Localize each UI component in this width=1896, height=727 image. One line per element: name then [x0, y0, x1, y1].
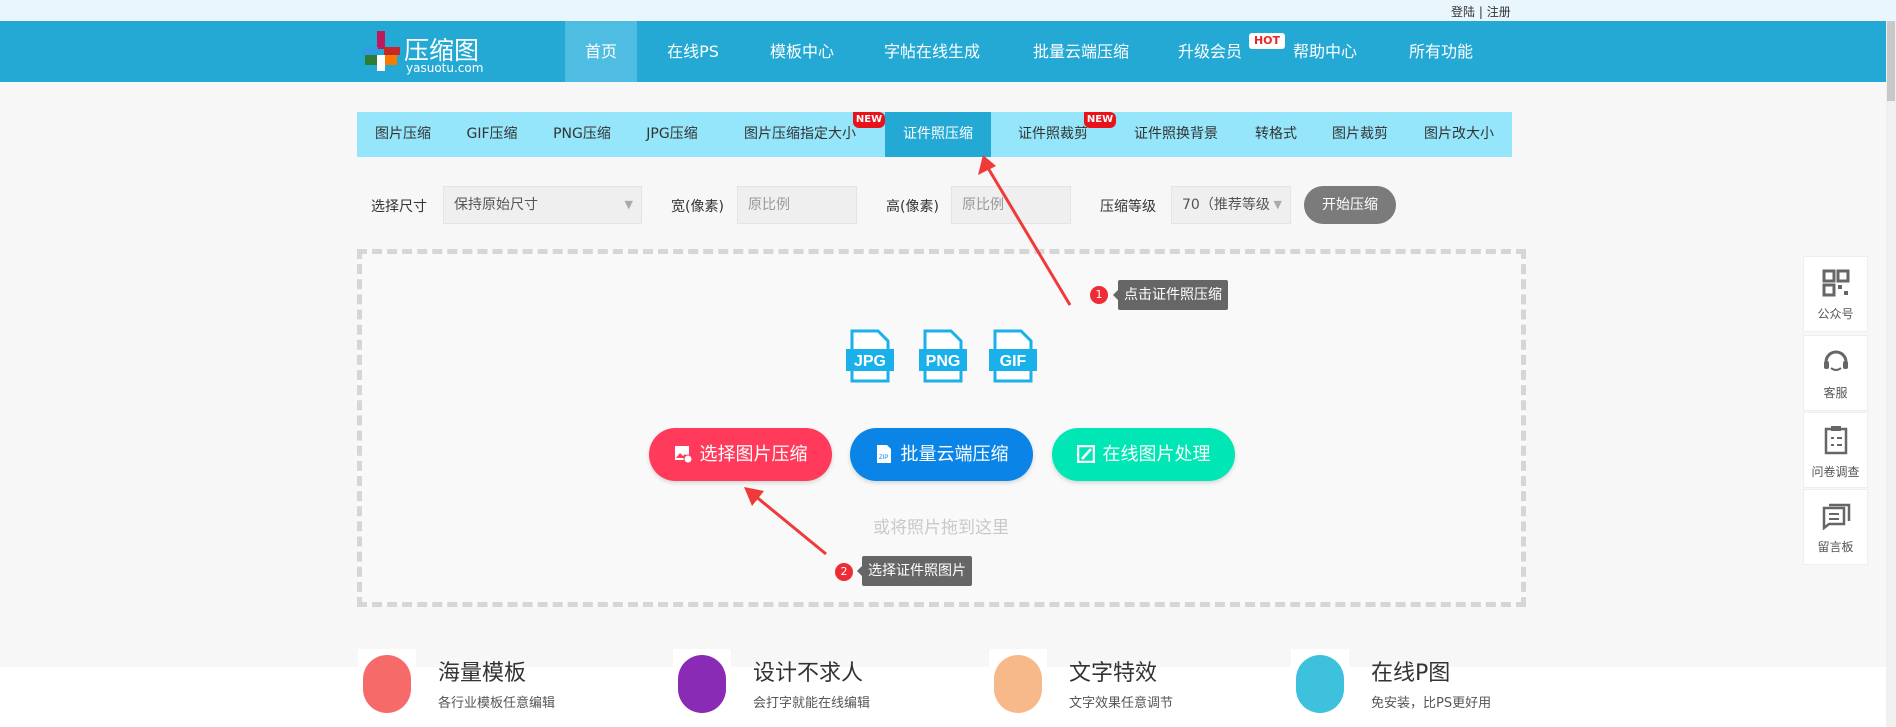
- chevron-down-icon: ▼: [624, 198, 633, 211]
- feature-title[interactable]: 文字特效: [1069, 655, 1157, 687]
- new-badge: NEW: [1084, 112, 1116, 128]
- tab-jpg-compress[interactable]: JPG压缩: [632, 112, 711, 157]
- sidebar-label: 公众号: [1817, 307, 1854, 321]
- feature-subtitle: 文字效果任意调节: [1069, 696, 1174, 711]
- size-select[interactable]: 保持原始尺寸 ▼: [443, 186, 642, 224]
- sidebar-survey[interactable]: 问卷调查: [1803, 412, 1868, 488]
- pencil-icon[interactable]: [1291, 649, 1349, 719]
- sidebar-label: 问卷调查: [1811, 465, 1860, 479]
- nav-batch-compress[interactable]: 批量云端压缩: [1013, 21, 1149, 82]
- separator: |: [1478, 5, 1483, 19]
- logo-icon: [362, 31, 400, 71]
- features-band: [0, 667, 1886, 727]
- tool-tabs: 图片压缩 GIF压缩 PNG压缩 JPG压缩 图片压缩指定大小 NEW 证件照压…: [357, 112, 1512, 157]
- svg-text:JPG: JPG: [854, 353, 886, 370]
- clipboard-icon: [1824, 426, 1847, 455]
- palette-icon[interactable]: [673, 649, 731, 719]
- height-input[interactable]: 原比例: [951, 186, 1071, 224]
- tab-image-enlarge[interactable]: 图片改大小: [1410, 112, 1508, 157]
- chevron-down-icon: ▼: [1269, 187, 1282, 223]
- feature-title[interactable]: 在线P图: [1371, 655, 1450, 687]
- tab-id-photo-compress[interactable]: 证件照压缩: [885, 112, 991, 157]
- level-select[interactable]: 70（推荐等级） ▼: [1171, 186, 1291, 224]
- step-1-callout: 点击证件照压缩: [1113, 280, 1228, 310]
- tab-image-compress[interactable]: 图片压缩: [361, 112, 445, 157]
- sidebar-message-board[interactable]: 留言板: [1803, 489, 1868, 565]
- svg-text:GIF: GIF: [1000, 353, 1027, 370]
- step-2-callout: 选择证件照图片: [857, 556, 972, 586]
- nav-help[interactable]: 帮助中心: [1273, 21, 1377, 82]
- gif-file-icon: GIF: [989, 329, 1037, 383]
- nav-copybook[interactable]: 字帖在线生成: [864, 21, 1000, 82]
- online-edit-label: 在线图片处理: [1102, 444, 1211, 465]
- scrollbar-thumb[interactable]: [1887, 21, 1895, 101]
- height-label: 高(像素): [886, 199, 939, 215]
- image-icon: [674, 431, 692, 464]
- header: 压缩图 yasuotu.com 首页 在线PS 模板中心 字帖在线生成 批量云端…: [0, 21, 1886, 82]
- layers-icon[interactable]: [358, 649, 416, 719]
- headset-icon: [1823, 350, 1848, 371]
- batch-label: 批量云端压缩: [900, 444, 1009, 465]
- size-label: 选择尺寸: [371, 199, 427, 215]
- level-label: 压缩等级: [1100, 199, 1156, 215]
- arrow-1-head: [978, 155, 996, 175]
- tab-png-compress[interactable]: PNG压缩: [539, 112, 625, 157]
- sidebar-customer-service[interactable]: 客服: [1803, 335, 1868, 411]
- register-link[interactable]: 注册: [1487, 5, 1511, 19]
- drop-hint: 或将照片拖到这里: [873, 518, 1009, 538]
- batch-cloud-compress-button[interactable]: ZIP 批量云端压缩: [850, 428, 1033, 481]
- step-2-badge: 2: [835, 563, 853, 581]
- text-effect-icon[interactable]: [989, 649, 1047, 719]
- login-link[interactable]: 登陆: [1451, 5, 1475, 19]
- feature-subtitle: 会打字就能在线编辑: [753, 696, 871, 711]
- online-image-edit-button[interactable]: 在线图片处理: [1052, 428, 1235, 481]
- sidebar-label: 留言板: [1817, 540, 1854, 554]
- qr-code-icon: [1822, 269, 1849, 297]
- tab-image-crop[interactable]: 图片裁剪: [1318, 112, 1402, 157]
- tab-id-photo-background[interactable]: 证件照换背景: [1120, 112, 1232, 157]
- message-icon: [1822, 503, 1850, 531]
- sidebar-label: 客服: [1823, 386, 1848, 400]
- nav-templates[interactable]: 模板中心: [750, 21, 854, 82]
- new-badge: NEW: [853, 112, 885, 128]
- nav-all-features[interactable]: 所有功能: [1389, 21, 1493, 82]
- feature-subtitle: 各行业模板任意编辑: [438, 696, 556, 711]
- svg-text:ZIP: ZIP: [879, 455, 888, 461]
- width-input[interactable]: 原比例: [737, 186, 857, 224]
- feature-title[interactable]: 海量模板: [438, 655, 526, 687]
- logo[interactable]: 压缩图 yasuotu.com: [360, 29, 510, 75]
- login-links: 登陆 | 注册: [1451, 3, 1511, 20]
- feature-subtitle: 免安装，比PS更好用: [1371, 696, 1492, 711]
- png-file-icon: PNG: [919, 329, 967, 383]
- step-1-badge: 1: [1090, 286, 1108, 304]
- tab-convert-format[interactable]: 转格式: [1241, 112, 1311, 157]
- tab-gif-compress[interactable]: GIF压缩: [452, 112, 531, 157]
- jpg-file-icon: JPG: [846, 329, 894, 383]
- tab-compress-to-size[interactable]: 图片压缩指定大小: [730, 112, 870, 157]
- zip-file-icon: ZIP: [875, 431, 893, 463]
- select-image-label: 选择图片压缩: [699, 444, 808, 465]
- sidebar-wechat[interactable]: 公众号: [1803, 256, 1868, 332]
- logo-domain: yasuotu.com: [406, 61, 484, 75]
- scrollbar[interactable]: [1886, 21, 1896, 727]
- nav-upgrade-vip[interactable]: 升级会员: [1158, 21, 1262, 82]
- size-value: 保持原始尺寸: [454, 197, 538, 213]
- feature-title[interactable]: 设计不求人: [753, 655, 863, 687]
- nav-online-ps[interactable]: 在线PS: [647, 21, 739, 82]
- width-label: 宽(像素): [671, 199, 724, 215]
- select-image-button[interactable]: 选择图片压缩: [649, 428, 832, 481]
- nav-home[interactable]: 首页: [564, 21, 638, 82]
- svg-text:PNG: PNG: [926, 353, 961, 370]
- top-bar: [0, 0, 1896, 21]
- start-compress-button[interactable]: 开始压缩: [1304, 186, 1396, 224]
- edit-icon: [1076, 431, 1095, 464]
